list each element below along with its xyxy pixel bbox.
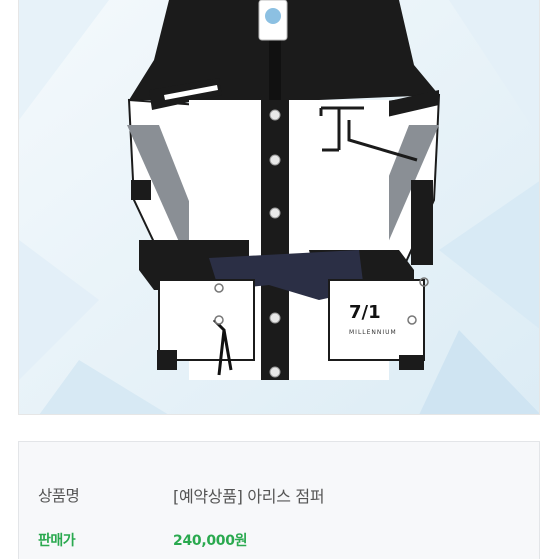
product-price-row: 판매가 240,000원 <box>19 525 539 555</box>
product-image[interactable]: 7/1 MILLENNIUM <box>18 0 540 415</box>
product-name-row: 상품명 [예약상품] 아리스 점퍼 <box>19 480 539 510</box>
logo-text: MILLENNIUM <box>349 329 397 336</box>
price-value: 240,000원 <box>173 533 248 549</box>
hang-tag <box>258 0 288 41</box>
product-name-value: [예약상품] 아리스 점퍼 <box>173 487 325 506</box>
logo-mark: 7/1 <box>349 302 381 323</box>
jacket-illustration: 7/1 MILLENNIUM <box>19 0 539 414</box>
price-label: 판매가 <box>38 533 76 549</box>
product-info-table: 상품명 [예약상품] 아리스 점퍼 판매가 240,000원 <box>18 441 540 559</box>
product-name-label: 상품명 <box>38 487 80 505</box>
